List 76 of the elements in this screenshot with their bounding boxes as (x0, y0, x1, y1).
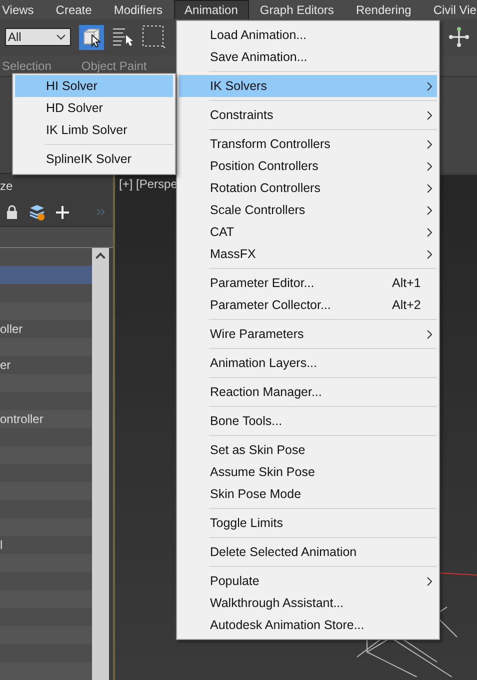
menu-item[interactable]: Transform Controllers (179, 133, 437, 155)
layers-icon[interactable] (28, 203, 46, 221)
rectangle-selection-icon[interactable] (142, 25, 166, 50)
menu-item[interactable]: Wire Parameters (179, 323, 437, 345)
plus-icon[interactable] (56, 206, 69, 218)
viewport-label[interactable]: [+] [Perspe (119, 177, 178, 191)
menu-item[interactable]: Autodesk Animation Store... (179, 614, 437, 636)
menu-item[interactable]: Toggle Limits (179, 512, 437, 534)
menu-item[interactable]: HI Solver (15, 75, 173, 97)
list-row[interactable] (0, 374, 92, 392)
list-row[interactable] (0, 446, 92, 464)
menu-item[interactable]: Assume Skin Pose (179, 461, 437, 483)
select-object-button[interactable] (79, 24, 104, 50)
menu-item[interactable]: Position Controllers (179, 155, 437, 177)
shortcut-text: Alt+1 (392, 276, 421, 290)
menu-item[interactable]: MassFX (179, 243, 437, 265)
list-row[interactable] (0, 626, 92, 644)
list-row[interactable] (0, 464, 92, 482)
list-row[interactable]: oller (0, 320, 92, 338)
expand-icon[interactable] (97, 209, 105, 215)
menu-item[interactable]: Animation Layers... (179, 352, 437, 374)
filter-dropdown[interactable]: All (5, 28, 71, 46)
menu-item[interactable]: IK Limb Solver (15, 119, 173, 141)
menu-item[interactable]: Parameter Collector... Alt+2 (179, 294, 437, 316)
list-row[interactable] (0, 608, 92, 626)
list-row[interactable] (0, 644, 92, 662)
list-row[interactable] (0, 554, 92, 572)
list-item-text: l (0, 538, 3, 552)
list-row[interactable]: ontroller (0, 410, 92, 428)
menu-item[interactable]: Bone Tools... (179, 410, 437, 432)
menu-item[interactable]: Rotation Controllers (179, 177, 437, 199)
list-row[interactable] (0, 662, 92, 680)
list-row[interactable]: er (0, 356, 92, 374)
menu-bar-item[interactable]: Graph Editors (248, 0, 345, 19)
list-row[interactable] (0, 302, 92, 320)
list-row[interactable] (0, 500, 92, 518)
list-row[interactable] (0, 284, 92, 302)
list-row[interactable] (0, 392, 92, 410)
menu-item[interactable]: Walkthrough Assistant... (179, 592, 437, 614)
list-row[interactable] (0, 428, 92, 446)
list-row[interactable] (0, 572, 92, 590)
menu-item[interactable]: Skin Pose Mode (179, 483, 437, 505)
list-row[interactable] (0, 518, 92, 536)
list-row[interactable] (0, 482, 92, 500)
menu-item[interactable]: SplineIK Solver (15, 148, 173, 170)
menu-bar-item[interactable]: Modifiers (102, 0, 174, 19)
list-item-text: oller (0, 322, 23, 336)
panel-title: ze (0, 179, 13, 193)
menu-item[interactable]: HD Solver (15, 97, 173, 119)
list-item-text: er (0, 358, 11, 372)
menu-item[interactable]: Delete Selected Animation (179, 541, 437, 563)
move-gizmo-icon[interactable] (448, 26, 470, 48)
menu-item[interactable]: Constraints (179, 104, 437, 126)
list-item-text: ontroller (0, 412, 44, 426)
list-row[interactable] (0, 338, 92, 356)
menu-item[interactable]: Save Animation... (179, 46, 437, 68)
list-row[interactable] (0, 590, 92, 608)
menu-bar-item[interactable]: Rendering (344, 0, 422, 19)
menu-bar-item[interactable]: Civil Vie (422, 0, 477, 19)
menu-item[interactable]: CAT (179, 221, 437, 243)
menu-item[interactable]: Scale Controllers (179, 199, 437, 221)
lock-icon[interactable] (6, 205, 18, 219)
select-by-name-icon[interactable] (112, 26, 134, 48)
menu-item[interactable]: IK Solvers (179, 75, 437, 97)
menu-item[interactable]: Populate (179, 570, 437, 592)
menu-item[interactable]: Parameter Editor... Alt+1 (179, 272, 437, 294)
menu-item[interactable]: Load Animation... (179, 24, 437, 46)
caret-icon[interactable] (56, 34, 66, 40)
list-row[interactable]: l (0, 536, 92, 554)
menu-bar-item[interactable]: Create (44, 0, 103, 19)
scrollbar[interactable] (92, 248, 109, 680)
menu-bar-item[interactable]: Views (0, 0, 45, 19)
shortcut-text: Alt+2 (392, 298, 421, 312)
menu-item[interactable]: Set as Skin Pose (179, 439, 437, 461)
menu-item[interactable]: Reaction Manager... (179, 381, 437, 403)
menu-bar-item[interactable]: Animation (174, 0, 249, 19)
